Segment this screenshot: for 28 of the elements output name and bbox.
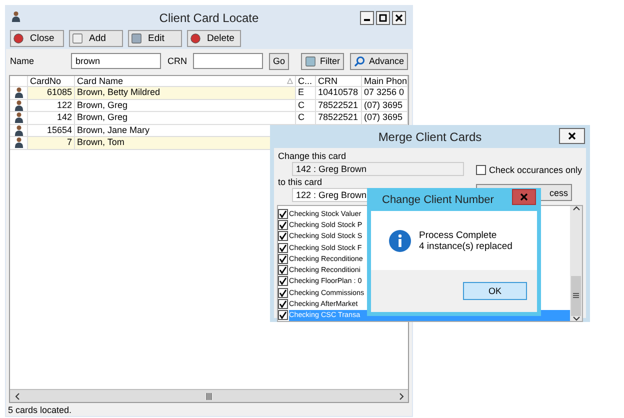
dialog-title: Merge Client Cards: [378, 130, 482, 144]
name-label: Name: [10, 56, 36, 66]
table-cell: Brown, Betty Mildred: [75, 87, 296, 98]
window-title: Client Card Locate: [159, 11, 259, 25]
crn-label: CRN: [167, 56, 187, 66]
target-card-label: to this card: [278, 177, 324, 187]
table-cell: C: [296, 100, 316, 111]
table-cell: 15654: [28, 124, 75, 136]
table-cell: 10410578: [316, 87, 362, 98]
table-cell: (07) 3695: [362, 112, 408, 124]
table-cell: E: [296, 87, 316, 98]
checkbox-label: Check occurances only: [488, 165, 582, 175]
status-text: 5 cards located.: [7, 404, 73, 416]
table-cell: Brown, Greg: [75, 112, 296, 124]
table-cell: 78522521: [316, 100, 362, 111]
change-card-label: Change this card: [278, 151, 348, 161]
table-cell: 78522521: [316, 112, 362, 124]
message-text: Process Complete: [419, 230, 498, 240]
table-cell: Brown, Greg: [75, 100, 296, 111]
table-cell: 122: [28, 100, 75, 111]
table-cell: (07) 3695: [362, 100, 408, 111]
table-cell: C: [296, 112, 316, 124]
dialog-title: Change Client Number: [382, 194, 494, 206]
table-cell: 07 3256 0: [362, 87, 408, 98]
table-cell: 7: [28, 137, 75, 148]
message-text: 4 instance(s) replaced: [419, 240, 512, 252]
table-cell: 61085: [28, 87, 75, 98]
table-cell: 142: [28, 112, 75, 124]
